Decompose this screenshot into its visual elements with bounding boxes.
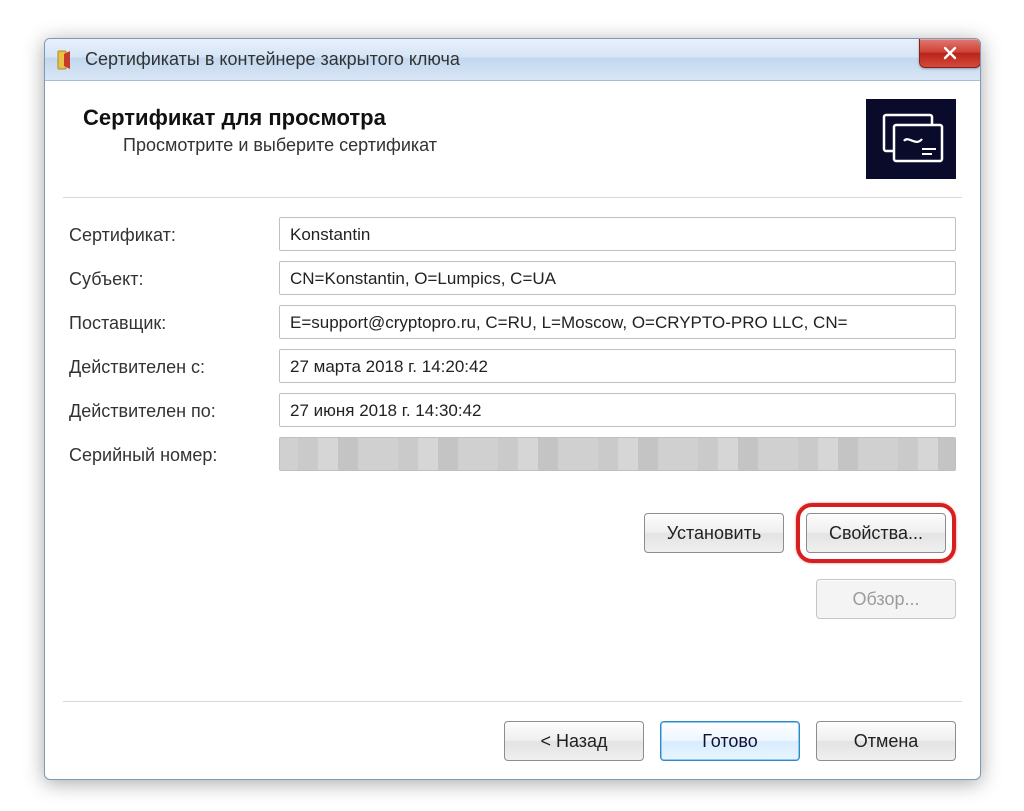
row-certificate: Сертификат: Konstantin — [69, 217, 956, 251]
value-certificate[interactable]: Konstantin — [279, 217, 956, 251]
row-subject: Субъект: CN=Konstantin, O=Lumpics, C=UA — [69, 261, 956, 295]
properties-button[interactable]: Свойства... — [806, 513, 946, 553]
browse-button: Обзор... — [816, 579, 956, 619]
row-valid-from: Действителен с: 27 марта 2018 г. 14:20:4… — [69, 349, 956, 383]
wizard-nav: < Назад Готово Отмена — [69, 721, 956, 761]
window-title: Сертификаты в контейнере закрытого ключа — [85, 49, 460, 70]
install-button[interactable]: Установить — [644, 513, 784, 553]
dialog-window: Сертификаты в контейнере закрытого ключа… — [44, 38, 981, 780]
client-area: Сертификат для просмотра Просмотрите и в… — [45, 81, 980, 779]
divider — [63, 701, 962, 703]
app-icon — [55, 50, 75, 70]
finish-button[interactable]: Готово — [660, 721, 800, 761]
label-certificate: Сертификат: — [69, 223, 279, 246]
wizard-header: Сертификат для просмотра Просмотрите и в… — [69, 99, 956, 179]
value-valid-from[interactable]: 27 марта 2018 г. 14:20:42 — [279, 349, 956, 383]
value-subject[interactable]: CN=Konstantin, O=Lumpics, C=UA — [279, 261, 956, 295]
highlight-annotation: Свойства... — [796, 503, 956, 563]
label-issuer: Поставщик: — [69, 311, 279, 334]
page-subtitle: Просмотрите и выберите сертификат — [123, 135, 437, 156]
row-issuer: Поставщик: E=support@cryptopro.ru, C=RU,… — [69, 305, 956, 339]
label-subject: Субъект: — [69, 267, 279, 290]
certificate-form: Сертификат: Konstantin Субъект: CN=Konst… — [69, 217, 956, 481]
certificate-illustration-icon — [866, 99, 956, 179]
label-valid-from: Действителен с: — [69, 355, 279, 378]
label-serial: Серийный номер: — [69, 443, 279, 466]
value-serial-redacted[interactable] — [279, 437, 956, 471]
back-button[interactable]: < Назад — [504, 721, 644, 761]
close-button[interactable] — [919, 38, 981, 68]
action-buttons: Установить Свойства... Обзор... — [69, 503, 956, 619]
value-issuer[interactable]: E=support@cryptopro.ru, C=RU, L=Moscow, … — [279, 305, 956, 339]
cancel-button[interactable]: Отмена — [816, 721, 956, 761]
divider — [63, 197, 962, 199]
close-icon — [943, 46, 957, 60]
row-valid-to: Действителен по: 27 июня 2018 г. 14:30:4… — [69, 393, 956, 427]
titlebar[interactable]: Сертификаты в контейнере закрытого ключа — [45, 39, 980, 81]
row-serial: Серийный номер: — [69, 437, 956, 471]
page-title: Сертификат для просмотра — [83, 105, 437, 131]
label-valid-to: Действителен по: — [69, 399, 279, 422]
value-valid-to[interactable]: 27 июня 2018 г. 14:30:42 — [279, 393, 956, 427]
